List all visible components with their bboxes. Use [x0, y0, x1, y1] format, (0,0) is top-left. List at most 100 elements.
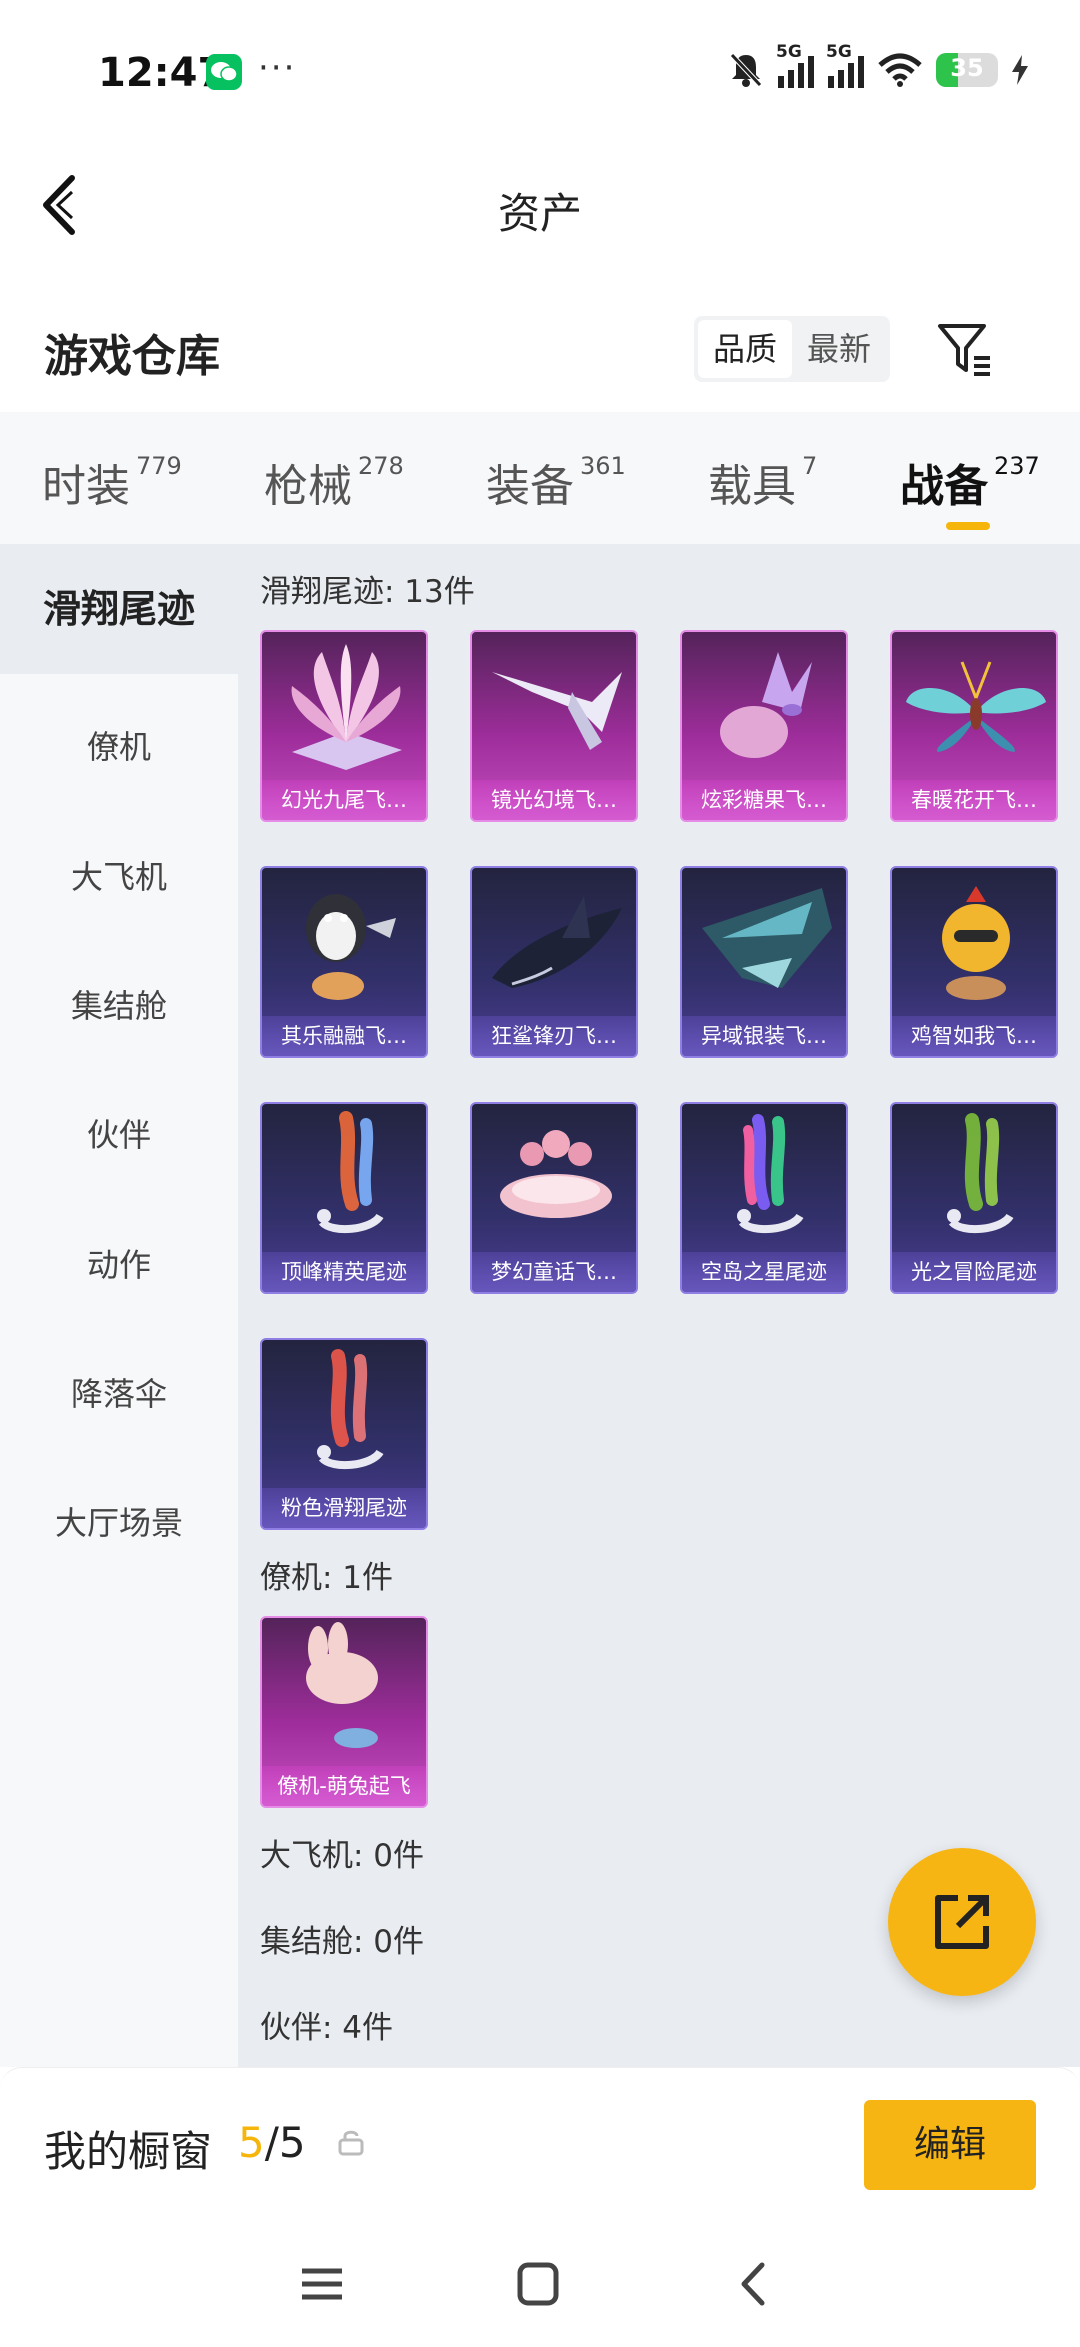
item-card[interactable]: 幻光九尾飞… [260, 630, 428, 822]
sidebar-item-parachute[interactable]: 降落伞 [0, 1369, 238, 1415]
item-name: 鸡智如我飞… [892, 1016, 1056, 1056]
item-card[interactable]: 僚机-萌兔起飞 [260, 1616, 428, 1808]
item-name: 粉色滑翔尾迹 [262, 1488, 426, 1528]
filter-button[interactable] [934, 318, 998, 382]
butterfly-glider-icon [906, 661, 1046, 752]
sidebar-item-wingman[interactable]: 僚机 [0, 722, 238, 768]
sort-latest-button[interactable]: 最新 [792, 320, 886, 378]
item-card[interactable]: 顶峰精英尾迹 [260, 1102, 428, 1294]
sidebar-item-glide-trail[interactable]: 滑翔尾迹 [0, 544, 238, 674]
cellular-signal-2-icon: 5G [826, 42, 864, 88]
showcase-total: /5 [264, 2118, 306, 2167]
rainbow-smoke-trail-icon [737, 1114, 804, 1234]
item-name: 光之冒险尾迹 [892, 1252, 1056, 1292]
lock-icon [338, 2130, 364, 2156]
section-heading-glide: 滑翔尾迹: 13件 [260, 574, 475, 610]
item-name: 空岛之星尾迹 [682, 1252, 846, 1292]
showcase-bar: 我的橱窗 5/5 编辑 [0, 2067, 1080, 2217]
item-name: 异域银装飞… [682, 1016, 846, 1056]
tab-label: 装备 [486, 461, 574, 512]
back-icon[interactable] [724, 2259, 784, 2309]
wechat-notification-icon [206, 54, 242, 90]
tab-count: 779 [136, 452, 182, 480]
item-name: 幻光九尾飞… [262, 780, 426, 820]
section-heading-capsule: 集结舱: 0件 [260, 1924, 425, 1960]
item-card[interactable]: 粉色滑翔尾迹 [260, 1338, 428, 1530]
tab-vehicles[interactable]: 载具 7 [708, 450, 817, 514]
sidebar-item-capsule[interactable]: 集结舱 [0, 981, 238, 1027]
active-tab-indicator [946, 522, 990, 530]
tab-label: 枪械 [264, 461, 352, 512]
category-tabs: 时装 779 枪械 278 装备 361 载具 7 战备 237 [0, 412, 1080, 544]
status-icons: 5G 5G 35 [728, 42, 1028, 94]
tab-equipment[interactable]: 装备 361 [486, 450, 626, 514]
item-name: 镜光幻境飞… [472, 780, 636, 820]
battery-level: 35 [950, 54, 984, 82]
item-name: 梦幻童话飞… [472, 1252, 636, 1292]
tab-label: 时装 [42, 461, 130, 512]
chicken-glider-icon [942, 886, 1010, 1000]
home-icon[interactable] [508, 2259, 568, 2309]
item-card[interactable]: 空岛之星尾迹 [680, 1102, 848, 1294]
warehouse-header: 游戏仓库 品质 最新 [0, 290, 1080, 410]
network-type-2: 5G [826, 42, 852, 62]
share-fab-button[interactable] [888, 1848, 1036, 1996]
sidebar-item-partner[interactable]: 伙伴 [0, 1110, 238, 1156]
subcategory-sidebar: 滑翔尾迹 僚机 大飞机 集结舱 伙伴 动作 降落伞 大厅场景 [0, 544, 238, 2067]
item-name: 僚机-萌兔起飞 [262, 1766, 426, 1806]
item-grid-area: 滑翔尾迹: 13件 幻光九尾飞… 镜光幻境飞… 炫彩糖果飞… 春暖花开飞… 其乐… [238, 544, 1080, 2067]
item-card[interactable]: 春暖花开飞… [890, 630, 1058, 822]
smoke-trail-icon [317, 1111, 384, 1234]
edit-button[interactable]: 编辑 [864, 2100, 1036, 2190]
item-card[interactable]: 炫彩糖果飞… [680, 630, 848, 822]
item-card[interactable]: 鸡智如我飞… [890, 866, 1058, 1058]
green-smoke-trail-icon [947, 1113, 1014, 1234]
wifi-icon [878, 53, 922, 87]
item-card[interactable]: 梦幻童话飞… [470, 1102, 638, 1294]
section-heading-partner: 伙伴: 4件 [260, 2010, 394, 2046]
tab-label: 载具 [708, 461, 796, 512]
fox-tail-glider-icon [291, 644, 402, 770]
network-type: 5G [776, 42, 802, 62]
filter-icon [938, 324, 990, 376]
page-title: 资产 [497, 189, 582, 238]
sidebar-item-lobby-scene[interactable]: 大厅场景 [0, 1498, 238, 1544]
item-card[interactable]: 狂鲨锋刃飞… [470, 866, 638, 1058]
item-name: 春暖花开飞… [892, 780, 1056, 820]
sort-quality-button[interactable]: 品质 [698, 320, 792, 378]
sidebar-item-big-plane[interactable]: 大飞机 [0, 852, 238, 898]
item-card[interactable]: 光之冒险尾迹 [890, 1102, 1058, 1294]
sidebar-item-emote[interactable]: 动作 [0, 1240, 238, 1286]
showcase-label: 我的橱窗 [44, 2127, 213, 2176]
tab-count: 278 [358, 452, 404, 480]
charging-bolt-icon [1012, 55, 1028, 85]
more-notifications-icon: ··· [258, 48, 297, 88]
section-heading-big-plane: 大飞机: 0件 [260, 1838, 425, 1874]
app-header: 资产 [0, 140, 1080, 270]
tab-count: 237 [994, 452, 1040, 480]
share-external-icon [935, 1895, 989, 1949]
silver-wing-glider-icon [702, 888, 832, 988]
fairy-bed-glider-icon [500, 1130, 612, 1218]
showcase-count: 5/5 [238, 2118, 306, 2167]
tab-count: 361 [580, 452, 626, 480]
menu-icon[interactable] [292, 2259, 352, 2309]
penguin-balloon-glider-icon [306, 894, 396, 1000]
tab-battle-prep[interactable]: 战备 237 [900, 450, 1040, 530]
section-heading-wingman: 僚机: 1件 [260, 1560, 394, 1596]
system-nav-bar [0, 2217, 1080, 2347]
sort-toggle: 品质 最新 [694, 316, 890, 382]
item-name: 狂鲨锋刃飞… [472, 1016, 636, 1056]
item-card[interactable]: 其乐融融飞… [260, 866, 428, 1058]
battery-icon: 35 [936, 53, 998, 87]
item-card[interactable]: 异域银装飞… [680, 866, 848, 1058]
item-name: 其乐融融飞… [262, 1016, 426, 1056]
tab-label: 战备 [900, 461, 988, 512]
pink-smoke-trail-icon [317, 1349, 384, 1470]
item-card[interactable]: 镜光幻境飞… [470, 630, 638, 822]
tab-fashion[interactable]: 时装 779 [42, 450, 182, 514]
tab-guns[interactable]: 枪械 278 [264, 450, 404, 514]
crystal-wing-glider-icon [492, 672, 622, 750]
shark-glider-icon [492, 896, 622, 988]
showcase-current: 5 [238, 2118, 265, 2167]
